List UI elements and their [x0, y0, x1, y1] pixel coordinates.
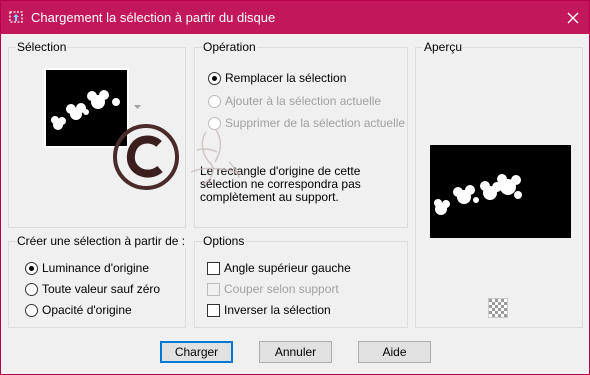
dialog-window: Chargement la sélection à partir du disq…	[0, 0, 590, 375]
selection-group: Sélection	[8, 41, 186, 228]
radio-label: Remplacer la sélection	[225, 71, 347, 85]
checkbox-label: Inverser la sélection	[224, 303, 331, 317]
radio-label: Toute valeur sauf zéro	[42, 282, 161, 296]
flowers-preview-image	[434, 174, 522, 215]
checkbox-label: Angle supérieur gauche	[224, 261, 351, 275]
radio-label: Ajouter à la sélection actuelle	[225, 94, 382, 108]
radio-button[interactable]	[208, 94, 221, 108]
radio-button[interactable]	[25, 303, 38, 317]
operation-group-label: Opération	[202, 40, 257, 54]
close-icon	[567, 12, 579, 23]
radio-source-luminance[interactable]: Luminance d'origine	[25, 261, 149, 275]
radio-button[interactable]	[25, 282, 38, 296]
preview-group: Aperçu	[415, 41, 583, 328]
checkbox-label: Couper selon support	[224, 282, 339, 296]
radio-subtract-selection[interactable]: Supprimer de la sélection actuelle	[208, 116, 405, 130]
checkbox[interactable]	[207, 282, 220, 296]
flowers-thumbnail-image	[51, 90, 120, 130]
cancel-button[interactable]: Annuler	[259, 341, 332, 363]
close-button[interactable]	[557, 1, 589, 34]
preview-image	[430, 145, 571, 238]
window-title: Chargement la sélection à partir du disq…	[31, 10, 276, 25]
radio-label: Opacité d'origine	[42, 303, 132, 317]
checkbox[interactable]	[207, 303, 220, 317]
checkbox-top-left-corner[interactable]: Angle supérieur gauche	[207, 261, 351, 275]
load-button[interactable]: Charger	[160, 341, 233, 363]
note-line: complètement au support.	[200, 190, 339, 204]
checkbox-invert-selection[interactable]: Inverser la sélection	[207, 303, 331, 317]
radio-source-opacity[interactable]: Opacité d'origine	[25, 303, 132, 317]
radio-label: Luminance d'origine	[42, 261, 150, 275]
selection-group-label: Sélection	[16, 40, 68, 54]
selection-load-icon	[9, 11, 23, 23]
checkbox-crop-to-canvas[interactable]: Couper selon support	[207, 282, 339, 296]
title-bar: Chargement la sélection à partir du disq…	[1, 1, 589, 34]
selection-thumbnail[interactable]	[44, 68, 129, 148]
radio-replace-selection[interactable]: Remplacer la sélection	[208, 71, 346, 85]
help-button[interactable]: Aide	[358, 341, 431, 363]
radio-label: Supprimer de la sélection actuelle	[225, 116, 406, 130]
radio-button[interactable]	[208, 116, 221, 130]
radio-any-nonzero[interactable]: Toute valeur sauf zéro	[25, 282, 160, 296]
radio-add-selection[interactable]: Ajouter à la sélection actuelle	[208, 94, 381, 108]
operation-note: Le rectangle d'origine de cette sélectio…	[200, 165, 390, 204]
checkbox[interactable]	[207, 261, 220, 275]
radio-button[interactable]	[25, 261, 38, 275]
preview-group-label: Aperçu	[423, 40, 464, 54]
options-group-label: Options	[202, 234, 246, 248]
checkerboard-icon	[489, 299, 507, 317]
create-selection-group-label: Créer une sélection à partir de :	[16, 234, 187, 248]
transparency-toggle[interactable]	[488, 298, 508, 318]
radio-button[interactable]	[208, 71, 221, 85]
chevron-down-icon[interactable]	[134, 105, 141, 110]
